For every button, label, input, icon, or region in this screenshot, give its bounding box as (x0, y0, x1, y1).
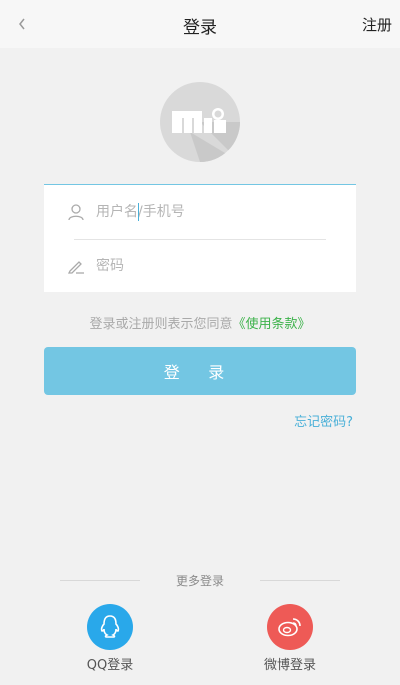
terms-prefix: 登录或注册则表示您同意 (89, 317, 233, 332)
weibo-login-label: 微博登录 (263, 658, 316, 673)
username-input[interactable] (96, 204, 316, 220)
login-button[interactable]: 登 录 (44, 347, 356, 395)
login-form (44, 184, 356, 292)
top-nav-bar: 登录 注册 (0, 0, 400, 48)
weibo-icon[interactable] (267, 604, 313, 650)
pencil-icon (66, 256, 86, 276)
app-logo (160, 82, 240, 162)
forgot-password-link[interactable]: 忘记密码? (294, 411, 353, 430)
password-input[interactable] (96, 258, 316, 274)
terms-link[interactable]: 《使用条款》 (233, 317, 311, 332)
weibo-login[interactable]: 微博登录 (258, 604, 322, 684)
password-row (44, 239, 356, 293)
more-login-title: 更多登录 (175, 574, 224, 588)
qq-icon[interactable] (87, 604, 133, 650)
qq-login-label: QQ登录 (86, 658, 134, 673)
qq-login[interactable]: QQ登录 (78, 604, 142, 684)
text-cursor (138, 203, 139, 221)
terms-notice: 登录或注册则表示您同意《使用条款》 (0, 313, 400, 332)
register-link[interactable]: 注册 (362, 14, 392, 35)
user-icon (66, 202, 86, 222)
page-title: 登录 (183, 18, 217, 38)
username-row (44, 185, 356, 239)
